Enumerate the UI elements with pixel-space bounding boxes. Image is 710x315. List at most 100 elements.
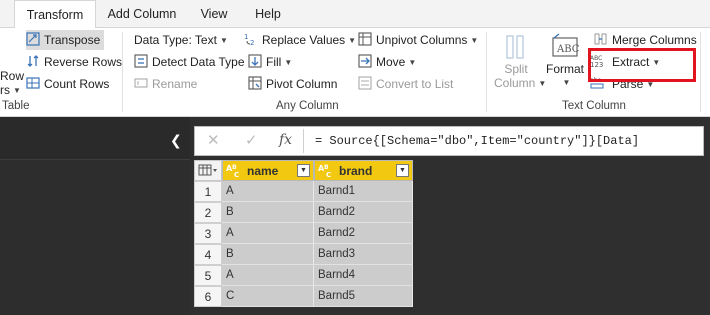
split-column-label-1: Split <box>504 62 528 76</box>
queries-pane: ❮ <box>0 117 190 315</box>
row-number[interactable]: 2 <box>194 202 222 223</box>
formula-bar: ✕ ✓ fx = Source{[Schema="dbo",Item="coun… <box>194 126 704 156</box>
table-cell[interactable]: A <box>222 265 314 286</box>
tab-help[interactable]: Help <box>246 0 290 28</box>
convert-to-list-button[interactable]: Convert to List <box>358 74 453 94</box>
format-button[interactable]: ABC Format ▼ <box>543 32 587 90</box>
row-number[interactable]: 4 <box>194 244 222 265</box>
group-divider <box>486 32 487 112</box>
data-type-dropdown[interactable]: Data Type: Text ▼ <box>134 30 228 50</box>
table-cell[interactable]: Barnd2 <box>314 202 413 223</box>
detect-data-type-icon <box>134 54 148 68</box>
table-cell[interactable]: Barnd3 <box>314 244 413 265</box>
merge-columns-button[interactable]: Merge Columns <box>594 30 697 50</box>
collapse-pane-icon[interactable]: ❮ <box>170 133 182 147</box>
group-divider <box>122 32 123 112</box>
svg-text:B: B <box>232 164 237 171</box>
chevron-down-icon: ▼ <box>219 36 228 45</box>
table-cell[interactable]: Barnd4 <box>314 265 413 286</box>
formula-input[interactable]: = Source{[Schema="dbo",Item="country"]}[… <box>315 134 639 148</box>
split-column-label-2: Column <box>494 76 536 90</box>
count-rows-icon <box>26 76 40 90</box>
format-label: Format <box>545 62 584 76</box>
chevron-down-icon: ▼ <box>408 58 417 67</box>
rename-button[interactable]: Rename <box>134 74 197 94</box>
format-icon: ABC <box>543 32 587 62</box>
unpivot-columns-label: Unpivot Columns <box>376 33 468 47</box>
fill-down-icon <box>248 54 262 68</box>
svg-text:B: B <box>324 164 329 171</box>
fx-icon[interactable]: fx <box>279 132 292 148</box>
convert-to-list-label: Convert to List <box>376 77 454 91</box>
reverse-rows-icon <box>26 54 40 68</box>
filter-dropdown-icon[interactable]: ▼ <box>297 164 310 177</box>
table-cell[interactable]: C <box>222 286 314 307</box>
table-icon <box>198 164 217 176</box>
row-number[interactable]: 3 <box>194 223 222 244</box>
move-dropdown[interactable]: Move ▼ <box>358 52 416 72</box>
cancel-icon[interactable]: ✕ <box>207 133 220 149</box>
text-type-icon: ABC <box>226 163 244 181</box>
convert-to-list-icon <box>358 76 372 90</box>
fill-label: Fill <box>266 55 282 69</box>
transpose-button[interactable]: Transpose <box>26 30 105 50</box>
queries-pane-header: ❮ <box>0 117 190 160</box>
format-label-row: Format <box>543 62 587 76</box>
rename-icon <box>134 76 148 90</box>
detect-data-type-label: Detect Data Type <box>152 55 245 69</box>
svg-text:C: C <box>234 171 239 179</box>
replace-values-button[interactable]: 12 Replace Values ▼ <box>244 30 356 50</box>
transpose-label: Transpose <box>44 33 101 47</box>
column-header-name[interactable]: ABC name ▼ <box>222 160 314 181</box>
rename-label: Rename <box>152 77 198 91</box>
table-cell[interactable]: Barnd2 <box>314 223 413 244</box>
group-divider <box>700 32 701 112</box>
tab-add-column[interactable]: Add Column <box>100 0 184 28</box>
svg-text:ABC: ABC <box>556 44 580 55</box>
table-cell[interactable]: A <box>222 181 314 202</box>
unpivot-columns-button[interactable]: Unpivot Columns ▼ <box>358 30 478 50</box>
merge-columns-label: Merge Columns <box>612 33 697 47</box>
table-group-label: Table <box>2 100 30 112</box>
ribbon-tab-bar: Transform Add Column View Help <box>0 0 710 29</box>
rows-button-partial[interactable]: rs ▼ <box>0 80 21 100</box>
pivot-column-label: Pivot Column <box>266 77 338 91</box>
table-cell[interactable]: A <box>222 223 314 244</box>
svg-text:2: 2 <box>250 39 254 46</box>
pivot-column-button[interactable]: Pivot Column <box>248 74 337 94</box>
table-cell[interactable]: Barnd1 <box>314 181 413 202</box>
data-type-label: Data Type: Text <box>134 33 217 47</box>
chevron-down-icon: ▼ <box>470 36 479 45</box>
detect-data-type-button[interactable]: Detect Data Type <box>134 52 245 72</box>
table-menu-button[interactable] <box>194 160 222 181</box>
reverse-rows-button[interactable]: Reverse Rows <box>26 52 122 72</box>
move-label: Move <box>376 55 406 69</box>
row-number[interactable]: 1 <box>194 181 222 202</box>
fill-dropdown[interactable]: Fill ▼ <box>248 52 292 72</box>
merge-columns-highlight <box>588 48 696 82</box>
split-column-button[interactable]: Split Column ▼ <box>494 32 546 91</box>
ribbon: Row rs ▼ Transpose Reverse Rows Count Row… <box>0 28 710 117</box>
move-icon <box>358 54 372 68</box>
filter-dropdown-icon[interactable]: ▼ <box>396 164 409 177</box>
column-header-label: name <box>247 164 279 178</box>
text-type-icon: ABC <box>318 163 336 181</box>
row-number[interactable]: 5 <box>194 265 222 286</box>
column-header-brand[interactable]: ABC brand ▼ <box>314 160 413 181</box>
tab-view[interactable]: View <box>192 0 236 28</box>
table-cell[interactable]: B <box>222 244 314 265</box>
formula-divider <box>303 129 304 153</box>
row-number[interactable]: 6 <box>194 286 222 307</box>
any-column-group-label: Any Column <box>276 100 339 112</box>
check-icon[interactable]: ✓ <box>245 133 258 149</box>
tab-transform[interactable]: Transform <box>14 0 96 29</box>
table-cell[interactable]: B <box>222 202 314 223</box>
count-rows-button[interactable]: Count Rows <box>26 74 109 94</box>
chevron-down-icon: ▼ <box>284 58 293 67</box>
replace-values-label: Replace Values <box>262 33 346 47</box>
table-cell[interactable]: Barnd5 <box>314 286 413 307</box>
chevron-down-icon: ▼ <box>562 78 571 87</box>
svg-text:1: 1 <box>244 33 248 41</box>
pivot-column-icon <box>248 76 262 90</box>
unpivot-columns-icon <box>358 32 372 46</box>
